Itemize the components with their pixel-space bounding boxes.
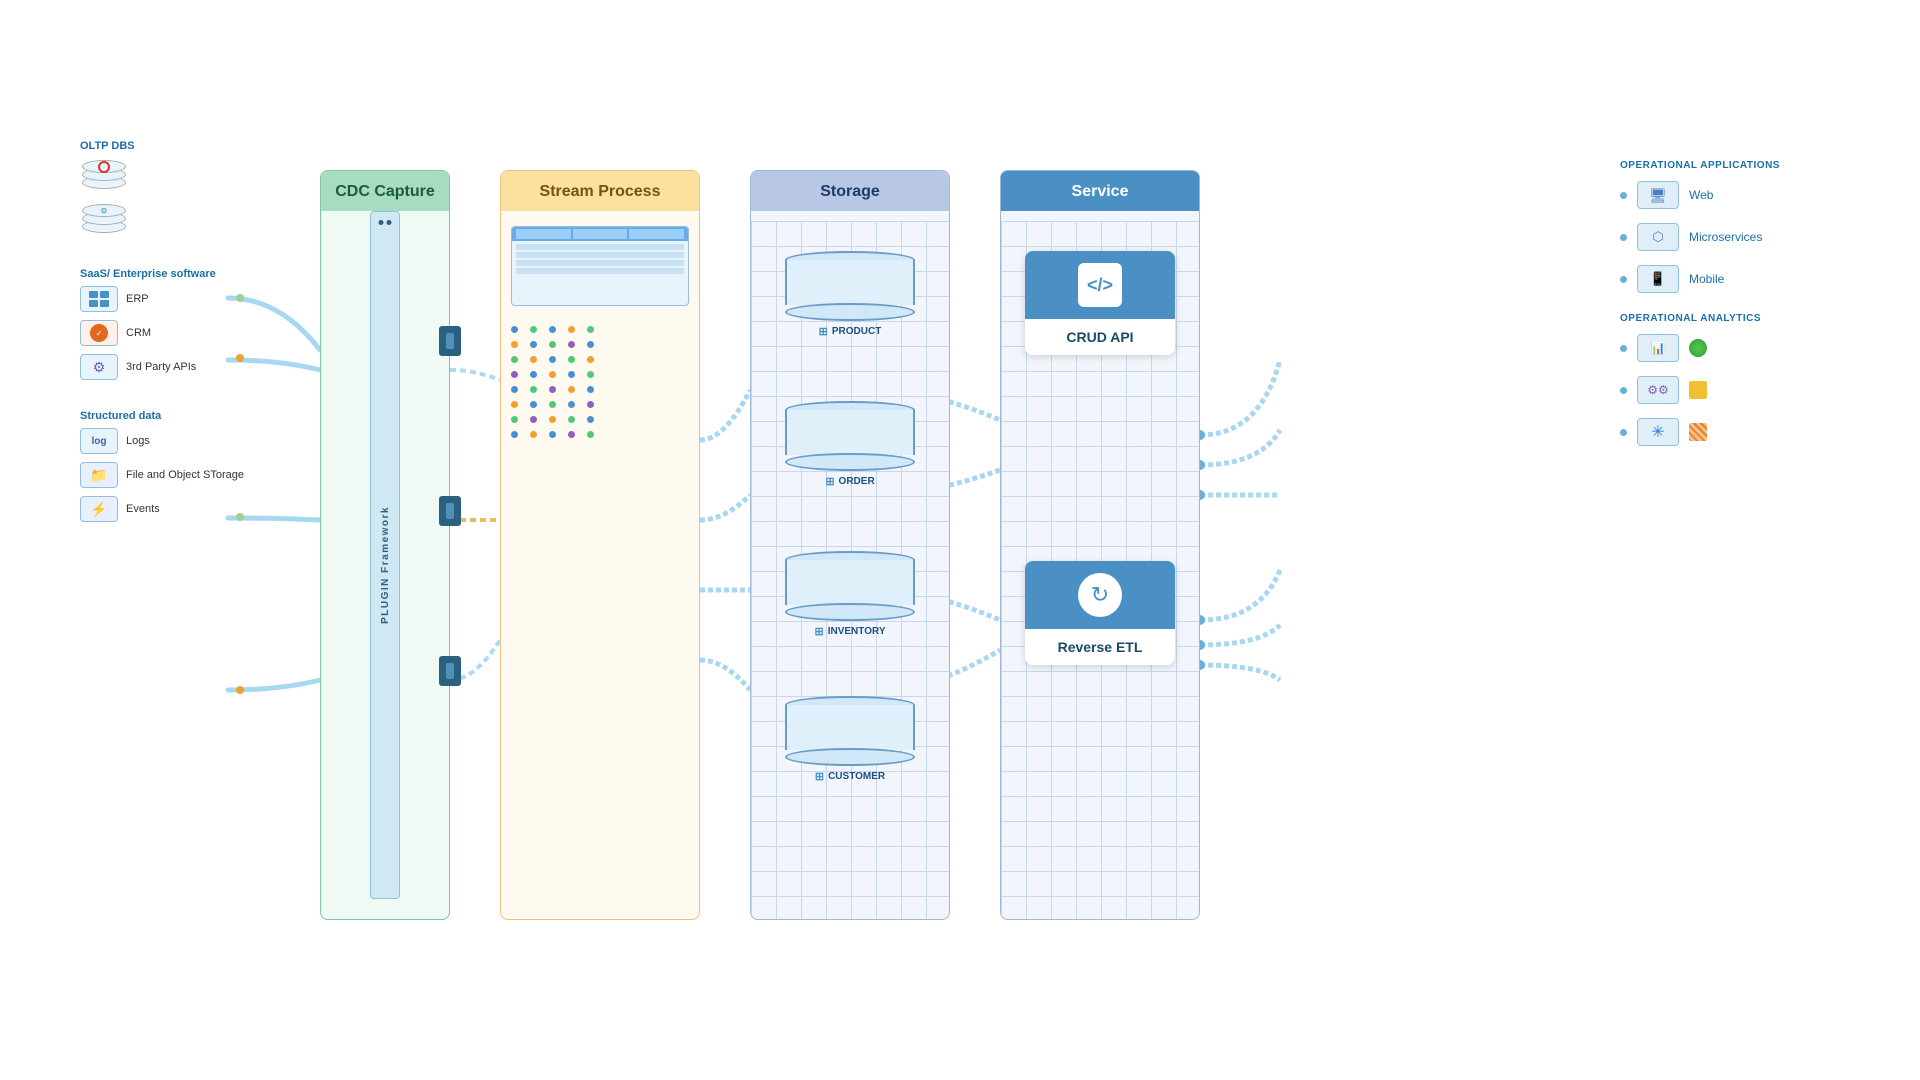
source-group-structured: Structured data log Logs 📁 File and Obje…	[80, 410, 290, 522]
architecture-diagram: OLTP DBS ⚙	[80, 80, 1840, 1000]
reverse-etl-label: Reverse ETL	[1025, 629, 1175, 665]
customer-table: ⊞ CUSTOMER	[785, 696, 915, 783]
source-group-oltp: OLTP DBS ⚙	[80, 140, 290, 238]
inventory-table: ⊞ INVENTORY	[785, 551, 915, 638]
erp-label: ERP	[126, 293, 149, 305]
right-item-mobile: 📱 Mobile	[1620, 265, 1840, 293]
crud-api-card: </> CRUD API	[1025, 251, 1175, 355]
cdc-column: CDC Capture PLUGIN Framework	[320, 170, 450, 920]
source-item-3rdparty: ⚙ 3rd Party APIs	[80, 354, 290, 380]
cdc-header: CDC Capture	[321, 171, 449, 211]
reverse-etl-card: ↻ Reverse ETL	[1025, 561, 1175, 665]
plugin-fw-label: PLUGIN Framework	[380, 506, 391, 624]
order-table: ⊞ ORDER	[785, 401, 915, 488]
right-item-web: 🖥 Web	[1620, 181, 1840, 209]
right-item-microservices: ⬡ Microservices	[1620, 223, 1840, 251]
source-group-saas: SaaS/ Enterprise software ERP ✓	[80, 268, 290, 380]
operational-apps-label: OPERATIONAL APPLICATIONS	[1620, 160, 1840, 171]
source-item-crm: ✓ CRM	[80, 320, 290, 346]
stream-column: Stream Process	[500, 170, 700, 920]
events-label: Events	[126, 503, 160, 515]
source-item-filestorage: 📁 File and Object STorage	[80, 462, 290, 488]
microservices-label: Microservices	[1689, 230, 1762, 244]
order-label: ⊞ ORDER	[785, 475, 915, 488]
storage-header: Storage	[751, 171, 949, 211]
saas-label: SaaS/ Enterprise software	[80, 268, 290, 280]
filestorage-label: File and Object STorage	[126, 469, 244, 481]
web-label: Web	[1689, 188, 1713, 202]
source-item-mysql: ⚙	[80, 202, 290, 238]
oltp-label: OLTP DBS	[80, 140, 290, 152]
stream-header: Stream Process	[501, 171, 699, 211]
source-item-events: ⚡ Events	[80, 496, 290, 522]
crm-label: CRM	[126, 327, 151, 339]
source-item-logs: log Logs	[80, 428, 290, 454]
right-applications: OPERATIONAL APPLICATIONS 🖥 Web ⬡ Microse…	[1620, 160, 1840, 460]
mobile-label: Mobile	[1689, 272, 1724, 286]
service-column: Service </> CRUD API ↻ Reverse ETL	[1000, 170, 1200, 920]
logs-label: Logs	[126, 435, 150, 447]
right-item-analytics1: 📊	[1620, 334, 1840, 362]
product-label: ⊞ PRODUCT	[785, 325, 915, 338]
operational-analytics-label: OPERATIONAL ANALYTICS	[1620, 313, 1840, 324]
source-item-oracle	[80, 158, 290, 194]
right-item-analytics3: ✳	[1620, 418, 1840, 446]
structured-label: Structured data	[80, 410, 290, 422]
storage-column: Storage ⊞ PRODUCT ⊞ ORDER	[750, 170, 950, 920]
crud-api-label: CRUD API	[1025, 319, 1175, 355]
product-table: ⊞ PRODUCT	[785, 251, 915, 338]
sources-panel: OLTP DBS ⚙	[80, 140, 290, 540]
inventory-label: ⊞ INVENTORY	[785, 625, 915, 638]
customer-label: ⊞ CUSTOMER	[785, 770, 915, 783]
source-item-erp: ERP	[80, 286, 290, 312]
service-header: Service	[1001, 171, 1199, 211]
thirdparty-label: 3rd Party APIs	[126, 361, 196, 373]
right-item-analytics2: ⚙⚙	[1620, 376, 1840, 404]
